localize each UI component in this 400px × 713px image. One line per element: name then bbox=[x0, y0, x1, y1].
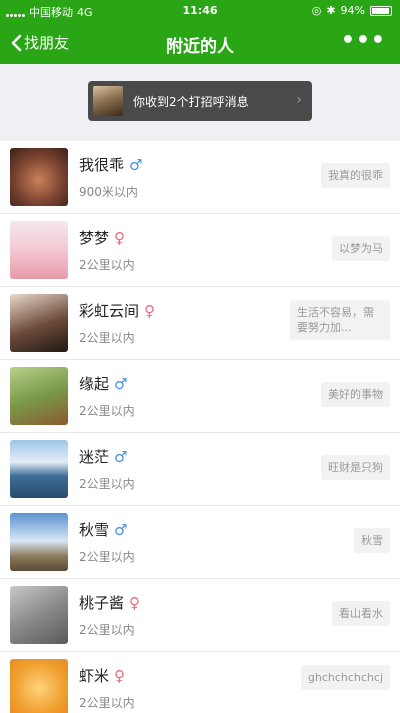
person-name: 秋雪 bbox=[79, 521, 110, 539]
avatar bbox=[10, 221, 68, 279]
person-name-group: 迷茫 ♂ bbox=[79, 446, 127, 467]
signature-bubble: 秋雪 bbox=[354, 528, 390, 553]
person-row[interactable]: 我很乖 ♂ 900米以内 我真的很乖 bbox=[0, 141, 400, 214]
male-icon: ♂ bbox=[114, 520, 128, 539]
person-name-group: 虾米 ♀ bbox=[79, 665, 125, 686]
female-icon: ♀ bbox=[129, 593, 141, 612]
female-icon: ♀ bbox=[144, 301, 156, 320]
male-icon: ♂ bbox=[114, 374, 128, 393]
avatar bbox=[10, 148, 68, 206]
signature-bubble: 美好的事物 bbox=[321, 382, 390, 407]
avatar bbox=[10, 440, 68, 498]
signature-bubble: 生活不容易，需要努力加... bbox=[290, 300, 390, 340]
signature-bubble: 看山看水 bbox=[332, 601, 390, 626]
person-name-group: 桃子酱 ♀ bbox=[79, 592, 140, 613]
person-row[interactable]: 彩虹云间 ♀ 2公里以内 生活不容易，需要努力加... bbox=[0, 287, 400, 360]
person-name: 梦梦 bbox=[79, 229, 110, 247]
greeting-text: 你收到2个打招呼消息 bbox=[133, 94, 249, 109]
male-icon: ♂ bbox=[129, 155, 143, 174]
distance-label: 2公里以内 bbox=[79, 477, 135, 491]
more-button[interactable]: ••• bbox=[341, 28, 386, 53]
female-icon: ♀ bbox=[114, 228, 126, 247]
person-name: 我很乖 bbox=[79, 156, 125, 174]
person-name: 虾米 bbox=[79, 667, 110, 685]
person-row[interactable]: 秋雪 ♂ 2公里以内 秋雪 bbox=[0, 506, 400, 579]
battery-percent: 94% bbox=[340, 4, 365, 17]
signature-bubble: 旺财是只狗 bbox=[321, 455, 390, 480]
greeting-banner[interactable]: 你收到2个打招呼消息 › bbox=[88, 81, 312, 121]
avatar bbox=[10, 367, 68, 425]
signature-bubble: 我真的很乖 bbox=[321, 163, 390, 188]
avatar bbox=[10, 294, 68, 352]
person-name-group: 我很乖 ♂ bbox=[79, 154, 142, 175]
person-name-group: 缘起 ♂ bbox=[79, 373, 127, 394]
distance-label: 2公里以内 bbox=[79, 258, 135, 272]
nav-bar: 找朋友 附近的人 ••• bbox=[0, 22, 400, 64]
bluetooth-icon: ✱ bbox=[326, 4, 336, 17]
avatar bbox=[10, 513, 68, 571]
male-icon: ♂ bbox=[114, 447, 128, 466]
avatar bbox=[10, 586, 68, 644]
status-bar: 中国移动 4G 11:46 ◎ ✱ 94% bbox=[0, 0, 400, 22]
person-row[interactable]: 梦梦 ♀ 2公里以内 以梦为马 bbox=[0, 214, 400, 287]
battery-icon bbox=[370, 5, 392, 16]
person-row[interactable]: 缘起 ♂ 2公里以内 美好的事物 bbox=[0, 360, 400, 433]
person-name-group: 梦梦 ♀ bbox=[79, 227, 125, 248]
person-name: 迷茫 bbox=[79, 448, 110, 466]
person-name-group: 彩虹云间 ♀ bbox=[79, 300, 155, 321]
distance-label: 2公里以内 bbox=[79, 623, 135, 637]
person-row[interactable]: 虾米 ♀ 2公里以内 ghchchchchcj bbox=[0, 652, 400, 713]
avatar bbox=[10, 659, 68, 713]
person-name: 缘起 bbox=[79, 375, 110, 393]
distance-label: 2公里以内 bbox=[79, 331, 135, 345]
location-icon: ◎ bbox=[311, 4, 322, 17]
distance-label: 900米以内 bbox=[79, 185, 138, 199]
person-row[interactable]: 桃子酱 ♀ 2公里以内 看山看水 bbox=[0, 579, 400, 652]
distance-label: 2公里以内 bbox=[79, 550, 135, 564]
person-name-group: 秋雪 ♂ bbox=[79, 519, 127, 540]
female-icon: ♀ bbox=[114, 666, 126, 685]
signature-bubble: ghchchchchcj bbox=[300, 665, 390, 690]
people-list: 我很乖 ♂ 900米以内 我真的很乖 梦梦 ♀ 2公里以内 以梦为马 彩虹云间 ♀ 2公里以内 生活不… bbox=[0, 141, 400, 713]
distance-label: 2公里以内 bbox=[79, 404, 135, 418]
distance-label: 2公里以内 bbox=[79, 696, 135, 710]
greeting-avatar bbox=[93, 86, 123, 116]
person-name: 桃子酱 bbox=[79, 594, 125, 612]
person-name: 彩虹云间 bbox=[79, 302, 140, 320]
signature-bubble: 以梦为马 bbox=[332, 236, 390, 261]
person-row[interactable]: 迷茫 ♂ 2公里以内 旺财是只狗 bbox=[0, 433, 400, 506]
status-right: ◎ ✱ 94% bbox=[312, 4, 392, 17]
chevron-right-icon: › bbox=[296, 92, 302, 108]
